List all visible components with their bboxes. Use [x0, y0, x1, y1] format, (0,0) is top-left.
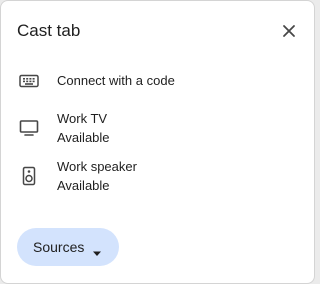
speaker-icon	[18, 165, 40, 187]
device-name: Work TV	[57, 111, 108, 126]
device-item-work-tv[interactable]: Work TV Available	[1, 109, 314, 149]
close-icon	[283, 25, 295, 37]
device-status: Available	[57, 130, 110, 145]
sources-button[interactable]: Sources	[17, 228, 119, 266]
sources-label: Sources	[33, 239, 85, 255]
connect-with-code-item[interactable]: Connect with a code	[1, 69, 314, 93]
cast-dialog: Cast tab Connect with a code Work TV Ava…	[0, 0, 315, 284]
dialog-title: Cast tab	[17, 21, 81, 40]
device-item-work-speaker[interactable]: Work speaker Available	[1, 157, 314, 197]
tv-icon	[18, 117, 40, 139]
dropdown-arrow-icon	[92, 244, 102, 262]
device-name: Work speaker	[57, 159, 137, 174]
item-label: Connect with a code	[57, 73, 175, 88]
keyboard-icon	[18, 70, 40, 92]
device-status: Available	[57, 178, 110, 193]
close-button[interactable]	[277, 19, 301, 43]
